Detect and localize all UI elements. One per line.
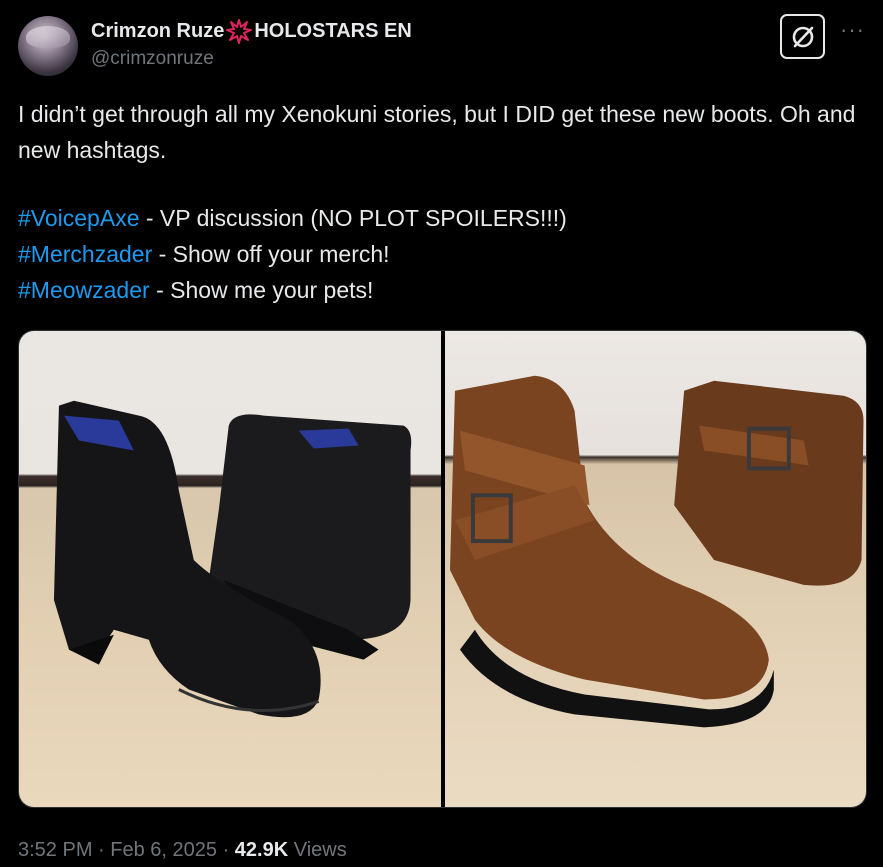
grok-icon [792, 26, 813, 47]
meta-separator: · [92, 839, 111, 861]
hashtag-description: - VP discussion (NO PLOT SPOILERS!!!) [139, 205, 567, 231]
author-name-row[interactable]: Crimzon Ruze HOLOSTARS EN [91, 18, 412, 44]
tweet-media [18, 330, 867, 808]
hashtag-line-1: #VoicepAxe - VP discussion (NO PLOT SPOI… [18, 200, 858, 236]
hashtag-description: - Show off your merch! [152, 241, 390, 267]
author-affiliation[interactable]: HOLOSTARS EN [254, 20, 411, 43]
hashtag-link[interactable]: #Merchzader [18, 241, 152, 267]
grok-button[interactable] [780, 14, 825, 59]
meta-separator: · [217, 839, 235, 861]
hashtag-description: - Show me your pets! [149, 277, 374, 303]
author-handle[interactable]: @crimzonruze [91, 48, 214, 70]
anger-burst-icon [226, 18, 253, 44]
views-label: Views [293, 839, 347, 861]
author-avatar[interactable] [18, 16, 78, 76]
brown-boots-image [449, 375, 864, 728]
tweet-text: I didn’t get through all my Xenokuni sto… [18, 96, 858, 308]
tweet-line-1: I didn’t get through all my Xenokuni sto… [18, 101, 856, 163]
black-boots-image [53, 400, 412, 718]
photo-black-boots[interactable] [19, 331, 441, 807]
hashtag-link[interactable]: #Meowzader [18, 277, 150, 303]
hashtag-line-3: #Meowzader - Show me your pets! [18, 272, 858, 308]
hashtag-link[interactable]: #VoicepAxe [18, 205, 139, 231]
photo-brown-boots[interactable] [444, 331, 866, 807]
tweet-time[interactable]: 3:52 PM [18, 839, 92, 861]
hashtag-line-2: #Merchzader - Show off your merch! [18, 236, 858, 272]
tweet-date[interactable]: Feb 6, 2025 [110, 839, 217, 861]
more-icon[interactable]: ··· [840, 19, 870, 41]
views-count: 42.9K [234, 839, 289, 861]
tweet-meta: 3:52 PM · Feb 6, 2025 · 42.9K Views [18, 836, 347, 864]
author-display-name[interactable]: Crimzon Ruze [91, 20, 224, 43]
